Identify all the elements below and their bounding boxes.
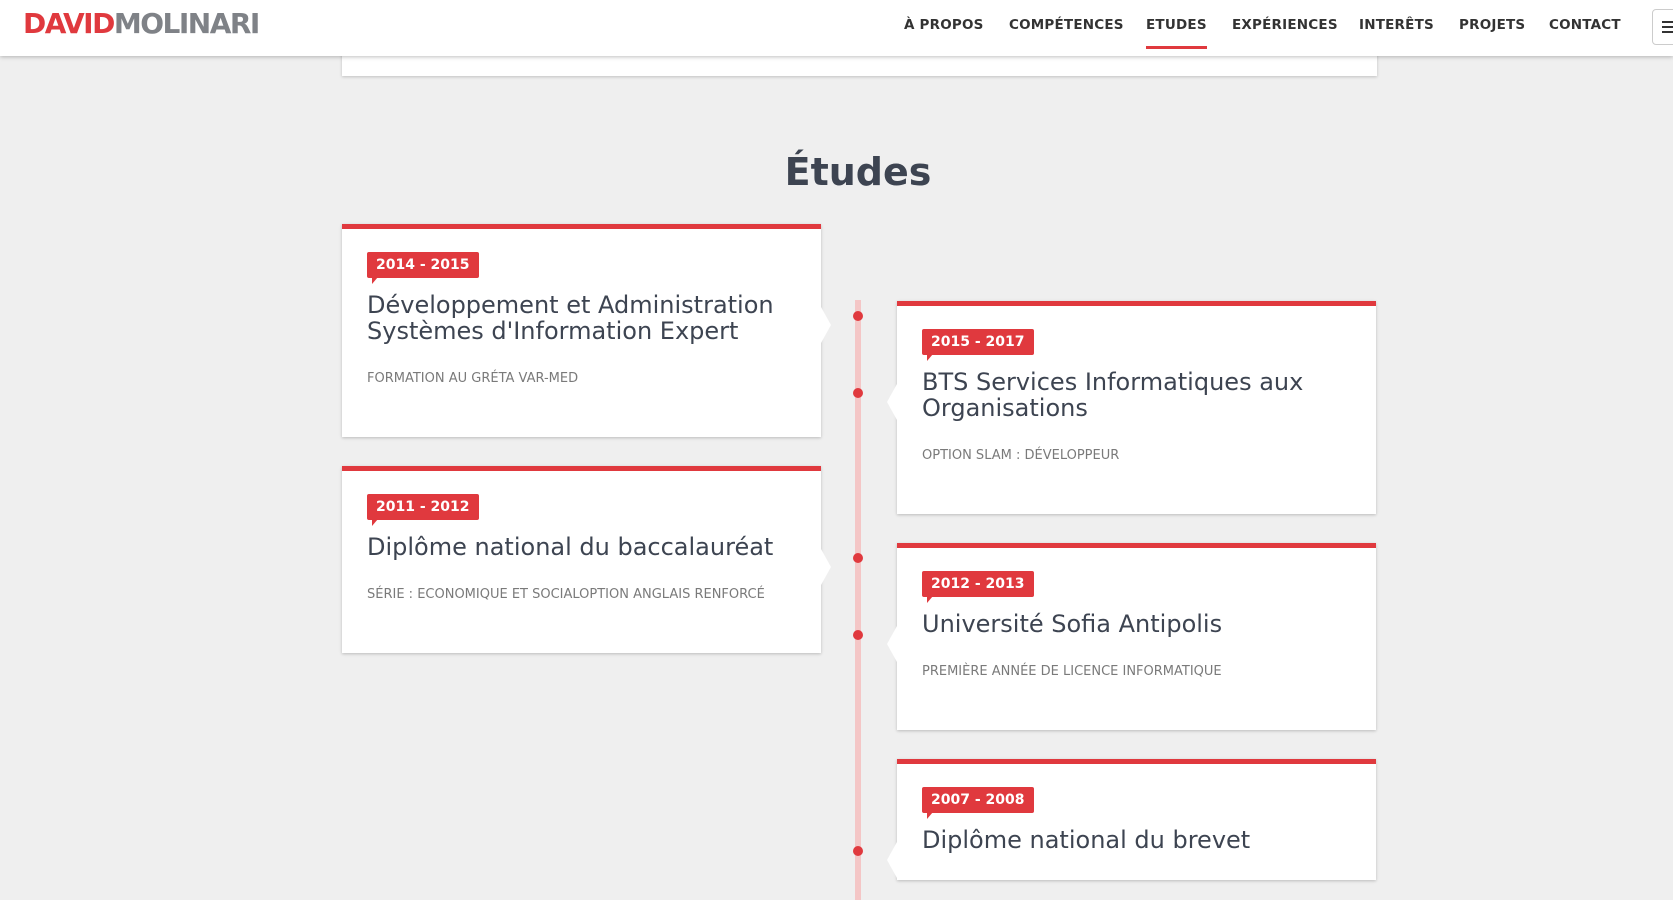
timeline-dot	[853, 388, 863, 398]
card-title: Université Sofia Antipolis	[922, 610, 1223, 638]
nav-item-competences[interactable]: COMPÉTENCES	[1009, 17, 1124, 33]
section-title: Études	[784, 150, 932, 194]
hamburger-menu-icon[interactable]	[1652, 9, 1673, 45]
timeline-dot	[853, 630, 863, 640]
timeline-dot	[853, 553, 863, 563]
site-header: DAVIDMOLINARI À PROPOS COMPÉTENCES ETUDE…	[0, 0, 1673, 56]
nav-item-a-propos[interactable]: À PROPOS	[904, 17, 984, 33]
timeline-card: 2014 - 2015 Développement et Administrat…	[342, 224, 831, 437]
nav-item-projets[interactable]: PROJETS	[1459, 17, 1525, 33]
date-badge: 2012 - 2013	[922, 571, 1034, 603]
card-title: Diplôme national du brevet	[922, 826, 1251, 854]
date-badge: 2015 - 2017	[922, 329, 1034, 361]
nav-item-interets[interactable]: INTERÊTS	[1359, 17, 1434, 33]
card-subtitle: FORMATION AU GRÉTA VAR-MED	[367, 371, 579, 386]
date-badge: 2011 - 2012	[367, 494, 479, 526]
nav-item-experiences[interactable]: EXPÉRIENCES	[1232, 17, 1338, 33]
site-logo[interactable]: DAVIDMOLINARI	[23, 7, 261, 40]
logo-first-name: DAVID	[23, 7, 115, 40]
timeline-card: 2015 - 2017 BTS Services Informatiques a…	[887, 301, 1376, 514]
timeline-card: 2011 - 2012 Diplôme national du baccalau…	[342, 466, 831, 653]
logo-last-name: MOLINARI	[113, 7, 261, 40]
card-title: Développement et Administration Systèmes…	[367, 291, 774, 345]
timeline-card: 2012 - 2013 Université Sofia Antipolis P…	[887, 543, 1376, 730]
card-subtitle: SÉRIE : ECONOMIQUE ET SOCIALOPTION ANGLA…	[367, 587, 765, 602]
date-badge: 2007 - 2008	[922, 787, 1034, 819]
nav-item-etudes[interactable]: ETUDES	[1146, 17, 1207, 49]
card-title: BTS Services Informatiques aux Organisat…	[922, 368, 1304, 422]
timeline-dot	[853, 846, 863, 856]
card-title: Diplôme national du baccalauréat	[367, 533, 774, 561]
card-subtitle: OPTION SLAM : DÉVELOPPEUR	[922, 448, 1120, 463]
card-subtitle: PREMIÈRE ANNÉE DE LICENCE INFORMATIQUE	[922, 664, 1222, 679]
timeline-dot	[853, 311, 863, 321]
timeline-card: 2007 - 2008 Diplôme national du brevet	[887, 759, 1376, 880]
nav-item-contact[interactable]: CONTACT	[1549, 17, 1621, 33]
date-badge: 2014 - 2015	[367, 252, 479, 284]
